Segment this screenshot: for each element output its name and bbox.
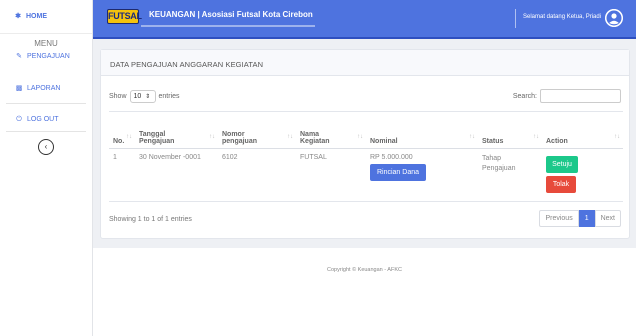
sidebar: ✱ HOME MENU ✎ PENGAJUAN ▩ LAPORAN ⏻ LOG … xyxy=(0,0,93,336)
show-label: Show xyxy=(109,92,127,100)
entries-value: 10 xyxy=(133,92,142,100)
footer: Copyright © Keuangan - AFKC xyxy=(93,248,636,336)
col-nominal[interactable]: Nominal ↑↓ xyxy=(366,111,478,149)
search-label: Search: xyxy=(512,92,537,100)
col-label: Tanggal Pengajuan xyxy=(139,131,175,145)
card-title: DATA PENGAJUAN ANGGARAN KEGIATAN xyxy=(101,50,629,76)
topbar: FUTSAL KEUANGAN | Asosiasi Futsal Kota C… xyxy=(93,0,636,39)
entries-label: entries xyxy=(158,92,180,100)
status-text: Tahap Pengajuan xyxy=(482,155,516,172)
updown-icon: ⇕ xyxy=(145,93,151,100)
cell-tanggal: 30 November -0001 xyxy=(135,148,218,202)
sidebar-item-laporan[interactable]: ▩ LAPORAN xyxy=(0,82,92,94)
data-card: DATA PENGAJUAN ANGGARAN KEGIATAN Show 10… xyxy=(100,49,630,239)
next-page-button[interactable]: Next xyxy=(594,210,621,227)
col-status[interactable]: Status ↑↓ xyxy=(478,111,542,149)
col-nomor[interactable]: Nomor pengajuan ↑↓ xyxy=(218,111,296,149)
sort-icon: ↑↓ xyxy=(209,134,215,140)
sidebar-home[interactable]: ✱ HOME xyxy=(0,0,92,34)
entries-select[interactable]: 10 ⇕ xyxy=(129,89,156,103)
sidebar-toggle-button[interactable]: ‹ xyxy=(38,139,54,155)
sidebar-item-label: LAPORAN xyxy=(27,84,61,92)
sidebar-item-label: LOG OUT xyxy=(27,115,59,123)
sidebar-divider xyxy=(6,131,86,132)
home-icon: ✱ xyxy=(15,13,21,20)
previous-page-button[interactable]: Previous xyxy=(539,210,579,227)
setuju-button[interactable]: Setuju xyxy=(546,156,578,173)
tolak-button[interactable]: Tolak xyxy=(546,176,576,193)
user-avatar[interactable] xyxy=(605,9,623,27)
table-row: 1 30 November -0001 6102 FUTSAL RP 5.000… xyxy=(109,148,623,202)
table-header-row: No. ↑↓ Tanggal Pengajuan ↑↓ Nomor pengajua… xyxy=(109,111,623,149)
pengajuan-table: No. ↑↓ Tanggal Pengajuan ↑↓ Nomor pengajua… xyxy=(109,111,623,202)
pagination: Previous 1 Next xyxy=(539,210,621,227)
topbar-divider xyxy=(515,9,516,28)
nominal-value: RP 5.000.000 xyxy=(370,154,413,161)
col-label: Action xyxy=(546,138,568,145)
chevron-left-icon: ‹ xyxy=(44,142,48,151)
col-label: Nominal xyxy=(370,138,398,145)
sidebar-item-label: PENGAJUAN xyxy=(27,52,70,60)
copyright-text: Copyright © Keuangan - AFKC xyxy=(327,267,402,273)
cell-no: 1 xyxy=(109,148,135,202)
sidebar-home-label: HOME xyxy=(26,13,47,20)
col-action[interactable]: Action ↑↓ xyxy=(542,111,623,149)
sidebar-heading: MENU xyxy=(34,39,58,48)
col-label: Nomor pengajuan xyxy=(222,131,258,145)
chart-icon: ▩ xyxy=(15,84,23,92)
col-label: Nama Kegiatan xyxy=(300,131,330,145)
sort-icon: ↑↓ xyxy=(357,134,363,140)
table-info: Showing 1 to 1 of 1 entries xyxy=(109,216,192,223)
sort-icon: ↑↓ xyxy=(614,134,620,140)
cell-nama: FUTSAL xyxy=(296,148,366,202)
search-input[interactable] xyxy=(540,89,621,103)
sidebar-item-logout[interactable]: ⏻ LOG OUT xyxy=(0,113,92,125)
table-controls: Show 10 ⇕ entries Search: xyxy=(109,89,621,103)
search-wrap: Search: xyxy=(513,89,621,103)
sort-icon: ↑↓ xyxy=(287,134,293,140)
sort-icon: ↑↓ xyxy=(533,134,539,140)
app-title: KEUANGAN | Asosiasi Futsal Kota Cirebon xyxy=(149,10,313,19)
cell-nomor: 6102 xyxy=(218,148,296,202)
power-icon: ⏻ xyxy=(16,115,22,123)
page-1-button[interactable]: 1 xyxy=(578,210,595,227)
welcome-text: Selamat datang Ketua, Priadi xyxy=(523,14,602,20)
sidebar-divider xyxy=(6,103,86,104)
futsal-logo: FUTSAL xyxy=(107,9,142,24)
cell-nominal: RP 5.000.000 Rincian Dana xyxy=(366,148,478,202)
cell-action: Setuju Tolak xyxy=(542,148,623,202)
sidebar-item-pengajuan[interactable]: ✎ PENGAJUAN xyxy=(0,50,92,62)
col-no[interactable]: No. ↑↓ xyxy=(109,111,135,149)
col-nama[interactable]: Nama Kegiatan ↑↓ xyxy=(296,111,366,149)
col-label: Status xyxy=(482,138,504,145)
col-label: No. xyxy=(113,138,125,145)
cell-status: Tahap Pengajuan xyxy=(478,148,542,202)
sort-icon: ↑↓ xyxy=(126,134,132,140)
title-underline xyxy=(141,25,315,27)
col-tanggal[interactable]: Tanggal Pengajuan ↑↓ xyxy=(135,111,218,149)
rincian-dana-button[interactable]: Rincian Dana xyxy=(370,164,426,181)
sort-icon: ↑↓ xyxy=(469,134,475,140)
user-icon xyxy=(605,9,623,27)
edit-icon: ✎ xyxy=(16,52,22,60)
